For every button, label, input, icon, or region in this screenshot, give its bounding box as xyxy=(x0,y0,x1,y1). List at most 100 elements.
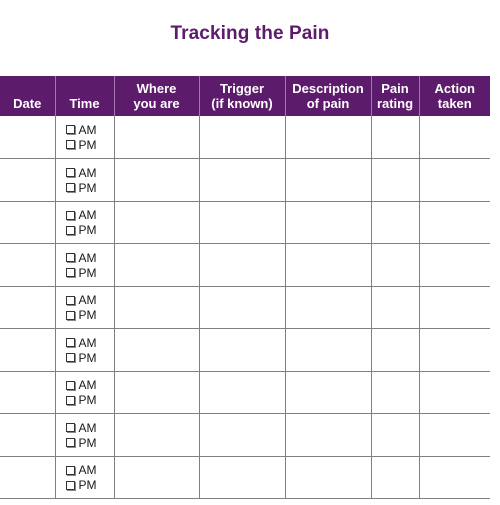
cell-trigger[interactable] xyxy=(199,456,286,499)
ampm-option-am[interactable]: AM xyxy=(65,208,114,223)
cell-date[interactable] xyxy=(0,201,56,244)
cell-where[interactable] xyxy=(114,371,200,414)
cell-date[interactable] xyxy=(0,158,56,202)
checkbox-pm-icon[interactable] xyxy=(65,140,75,149)
cell-trigger[interactable] xyxy=(199,286,286,329)
checkbox-am-icon[interactable] xyxy=(65,168,75,177)
ampm-option-pm[interactable]: PM xyxy=(65,180,114,195)
cell-trigger[interactable] xyxy=(199,158,286,202)
cell-trigger[interactable] xyxy=(199,371,286,414)
checkbox-am-icon[interactable] xyxy=(65,465,75,475)
cell-action[interactable] xyxy=(419,286,490,329)
cell-description[interactable] xyxy=(285,456,372,499)
cell-where[interactable] xyxy=(114,328,200,372)
cell-action[interactable] xyxy=(419,456,490,499)
ampm-option-am[interactable]: AM xyxy=(65,463,114,478)
cell-where[interactable] xyxy=(114,456,200,499)
ampm-option-pm[interactable]: PM xyxy=(65,308,114,323)
cell-time: AM PM xyxy=(55,243,115,287)
cell-where[interactable] xyxy=(114,413,200,457)
table-row: AM PM xyxy=(0,328,490,372)
checkbox-am-icon[interactable] xyxy=(65,253,75,262)
ampm-option-pm[interactable]: PM xyxy=(65,223,114,238)
cell-date[interactable] xyxy=(0,243,56,287)
cell-rating[interactable] xyxy=(371,158,420,202)
cell-trigger[interactable] xyxy=(199,328,286,372)
checkbox-pm-icon[interactable] xyxy=(65,353,75,362)
cell-rating[interactable] xyxy=(371,456,420,499)
cell-date[interactable] xyxy=(0,328,56,372)
cell-action[interactable] xyxy=(419,158,490,202)
cell-trigger[interactable] xyxy=(199,413,286,457)
cell-where[interactable] xyxy=(114,116,200,159)
checkbox-am-icon[interactable] xyxy=(65,423,75,432)
ampm-option-am[interactable]: AM xyxy=(65,250,114,265)
ampm-option-am[interactable]: AM xyxy=(65,378,114,393)
cell-description[interactable] xyxy=(285,413,372,457)
cell-description[interactable] xyxy=(285,243,372,287)
cell-rating[interactable] xyxy=(371,328,420,372)
ampm-option-pm[interactable]: PM xyxy=(65,435,114,450)
checkbox-pm-icon[interactable] xyxy=(65,395,75,405)
cell-rating[interactable] xyxy=(371,243,420,287)
cell-where[interactable] xyxy=(114,286,200,329)
cell-action[interactable] xyxy=(419,413,490,457)
ampm-option-am[interactable]: AM xyxy=(65,122,114,137)
cell-date[interactable] xyxy=(0,116,56,159)
ampm-option-am[interactable]: AM xyxy=(65,420,114,435)
table-row: AM PM xyxy=(0,286,490,329)
checkbox-pm-icon[interactable] xyxy=(65,310,75,320)
cell-time: AM PM xyxy=(55,116,115,159)
ampm-option-am[interactable]: AM xyxy=(65,293,114,308)
cell-action[interactable] xyxy=(419,116,490,159)
cell-time: AM PM xyxy=(55,413,115,457)
cell-rating[interactable] xyxy=(371,413,420,457)
cell-action[interactable] xyxy=(419,371,490,414)
checkbox-pm-icon[interactable] xyxy=(65,438,75,447)
cell-where[interactable] xyxy=(114,158,200,202)
cell-where[interactable] xyxy=(114,201,200,244)
ampm-option-pm[interactable]: PM xyxy=(65,478,114,493)
checkbox-pm-icon[interactable] xyxy=(65,183,75,192)
cell-time: AM PM xyxy=(55,286,115,329)
checkbox-am-icon[interactable] xyxy=(65,338,75,347)
table-header-row: Date Time Where you are Trigger (if know… xyxy=(0,76,490,116)
cell-date[interactable] xyxy=(0,413,56,457)
cell-description[interactable] xyxy=(285,201,372,244)
checkbox-am-icon[interactable] xyxy=(65,125,75,134)
cell-date[interactable] xyxy=(0,371,56,414)
ampm-option-pm[interactable]: PM xyxy=(65,265,114,280)
cell-date[interactable] xyxy=(0,456,56,499)
cell-description[interactable] xyxy=(285,158,372,202)
checkbox-am-icon[interactable] xyxy=(65,295,75,305)
checkbox-am-icon[interactable] xyxy=(65,380,75,390)
cell-where[interactable] xyxy=(114,243,200,287)
cell-action[interactable] xyxy=(419,201,490,244)
cell-rating[interactable] xyxy=(371,201,420,244)
cell-description[interactable] xyxy=(285,371,372,414)
cell-trigger[interactable] xyxy=(199,243,286,287)
cell-action[interactable] xyxy=(419,243,490,287)
checkbox-am-icon[interactable] xyxy=(65,210,75,220)
ampm-option-am[interactable]: AM xyxy=(65,335,114,350)
ampm-option-pm[interactable]: PM xyxy=(65,350,114,365)
cell-description[interactable] xyxy=(285,328,372,372)
cell-date[interactable] xyxy=(0,286,56,329)
cell-description[interactable] xyxy=(285,116,372,159)
cell-rating[interactable] xyxy=(371,371,420,414)
cell-rating[interactable] xyxy=(371,286,420,329)
cell-trigger[interactable] xyxy=(199,201,286,244)
checkbox-pm-icon[interactable] xyxy=(65,480,75,490)
ampm-label-pm: PM xyxy=(78,180,97,195)
ampm-group: AM PM xyxy=(56,414,114,450)
ampm-option-am[interactable]: AM xyxy=(65,165,114,180)
cell-description[interactable] xyxy=(285,286,372,329)
ampm-option-pm[interactable]: PM xyxy=(65,137,114,152)
cell-trigger[interactable] xyxy=(199,116,286,159)
cell-action[interactable] xyxy=(419,328,490,372)
column-header-date-line1: Date xyxy=(13,96,42,111)
checkbox-pm-icon[interactable] xyxy=(65,268,75,277)
checkbox-pm-icon[interactable] xyxy=(65,225,75,235)
cell-rating[interactable] xyxy=(371,116,420,159)
ampm-option-pm[interactable]: PM xyxy=(65,393,114,408)
